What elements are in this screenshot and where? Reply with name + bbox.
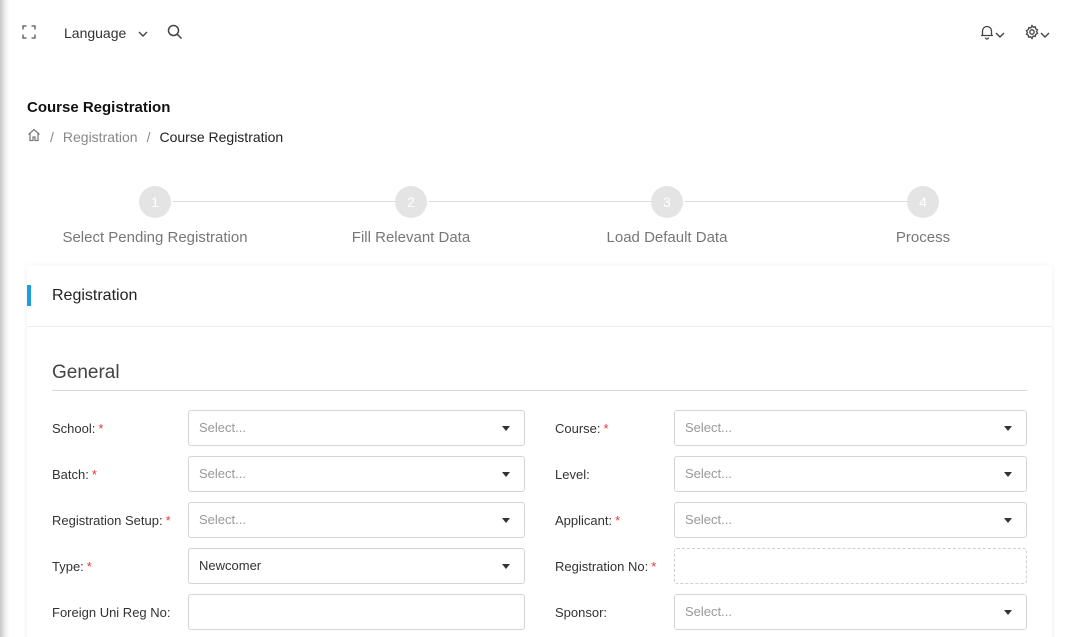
caret-down-icon [502,518,510,523]
top-bar: Language [0,0,1072,64]
foreign-uni-reg-no-label: Foreign Uni Reg No: [52,605,171,620]
card-header: Registration [27,266,1052,327]
level-select[interactable]: Select... [674,456,1027,492]
type-select[interactable]: Newcomer [188,548,525,584]
level-label: Level: [555,467,590,482]
course-label: Course: * [555,421,609,436]
fullscreen-icon[interactable] [22,25,36,39]
settings-dropdown[interactable] [1024,24,1050,45]
card-accent-bar [27,285,31,306]
caret-down-icon [1004,610,1012,615]
section-divider [52,390,1027,391]
page-title: Course Registration [27,99,171,116]
sponsor-label: Sponsor: [555,605,608,620]
applicant-select[interactable]: Select... [674,502,1027,538]
step-2: 2 Fill Relevant Data [283,186,539,246]
breadcrumb-item-current: Course Registration [159,128,284,145]
school-label: School: * [52,421,104,436]
course-select[interactable]: Select... [674,410,1027,446]
caret-down-icon [502,564,510,569]
step-number: 3 [651,186,683,218]
foreign-uni-reg-no-input[interactable] [188,594,525,630]
progress-steps: 1 Select Pending Registration 2 Fill Rel… [27,186,1052,250]
breadcrumb-separator: / [50,128,54,145]
school-select[interactable]: Select... [188,410,525,446]
step-label: Load Default Data [606,229,728,246]
registration-no-input[interactable] [674,548,1027,584]
applicant-label: Applicant: * [555,513,621,528]
type-label: Type: * [52,559,92,574]
breadcrumb-separator: / [146,128,151,145]
bell-icon [979,24,995,45]
registration-setup-select[interactable]: Select... [188,502,525,538]
search-icon[interactable] [167,24,183,40]
chevron-down-icon [1040,26,1050,44]
caret-down-icon [502,472,510,477]
batch-select[interactable]: Select... [188,456,525,492]
step-4: 4 Process [795,186,1051,246]
page-edge-shadow [0,0,10,637]
step-label: Select Pending Registration [62,229,248,246]
chevron-down-icon [138,25,148,41]
home-icon[interactable] [27,128,41,145]
breadcrumb-item-registration[interactable]: Registration [63,129,138,145]
step-label: Process [895,229,951,246]
step-number: 1 [139,186,171,218]
breadcrumb: / Registration / Course Registration [27,128,283,145]
batch-label: Batch: * [52,467,97,482]
registration-no-label: Registration No: * [555,559,657,574]
sponsor-select[interactable]: Select... [674,594,1027,630]
registration-setup-label: Registration Setup: * [52,513,171,528]
language-label: Language [64,25,127,41]
chevron-down-icon [995,26,1005,44]
notifications-dropdown[interactable] [979,24,1005,45]
language-dropdown[interactable]: Language [64,24,148,42]
caret-down-icon [1004,472,1012,477]
caret-down-icon [502,426,510,431]
step-number: 2 [395,186,427,218]
step-number: 4 [907,186,939,218]
step-3: 3 Load Default Data [539,186,795,246]
registration-card: Registration General School: * Select... … [27,266,1052,637]
section-title: General [52,362,120,383]
gear-icon [1024,24,1040,45]
step-1: 1 Select Pending Registration [27,186,283,246]
step-label: Fill Relevant Data [351,229,471,246]
caret-down-icon [1004,426,1012,431]
caret-down-icon [1004,518,1012,523]
card-title: Registration [52,287,138,304]
